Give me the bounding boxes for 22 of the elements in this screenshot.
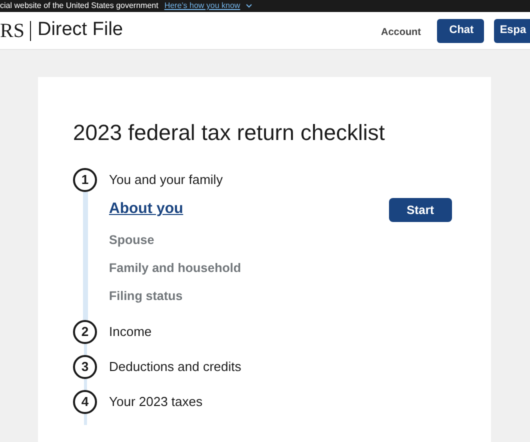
checklist-subsection: Family and household xyxy=(109,260,241,277)
step-number: 4 xyxy=(73,390,97,414)
product-name: Direct File xyxy=(37,18,123,42)
how-you-know-link[interactable]: Here’s how you know xyxy=(164,0,240,12)
step-title: Your 2023 taxes xyxy=(109,393,202,412)
language-button[interactable]: Espa xyxy=(494,18,530,42)
about-you-link[interactable]: About you xyxy=(109,198,184,221)
checklist-subsection: Filing status xyxy=(109,288,183,305)
logo[interactable]: RS xyxy=(0,20,32,40)
step-number: 1 xyxy=(73,168,97,192)
step-title: You and your family xyxy=(109,171,223,190)
banner-text: cial website of the United States government xyxy=(0,0,158,12)
step-number: 3 xyxy=(73,355,97,379)
checklist-subsection: Spouse xyxy=(109,232,154,249)
checklist-title: 2023 federal tax return checklist xyxy=(73,119,386,147)
step-number: 2 xyxy=(73,320,97,344)
step-title: Deductions and credits xyxy=(109,358,242,376)
start-button[interactable]: Start xyxy=(388,198,452,222)
account-link[interactable]: Account xyxy=(381,25,421,40)
chat-button[interactable]: Chat xyxy=(437,18,484,42)
step-title: Income xyxy=(109,323,152,342)
chevron-down-icon xyxy=(246,4,252,8)
